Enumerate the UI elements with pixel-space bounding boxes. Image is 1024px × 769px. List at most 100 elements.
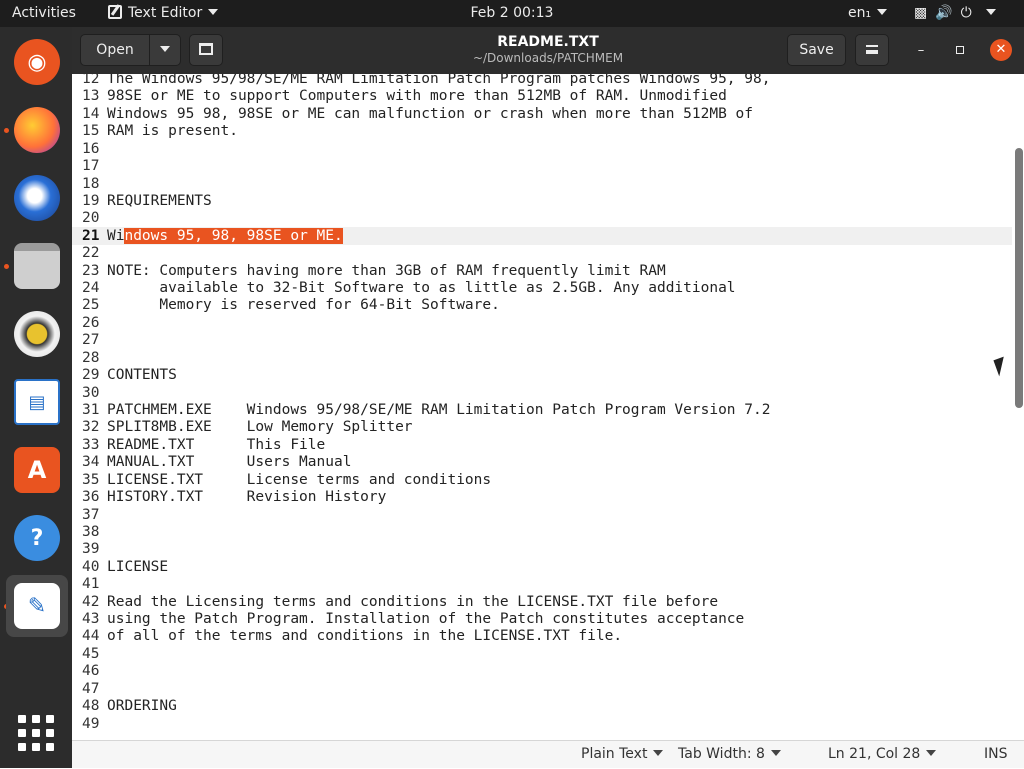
dock-item-rhythmbox[interactable]	[6, 303, 68, 365]
text-line[interactable]: 40 LICENSE	[72, 558, 1012, 576]
maximize-button[interactable]	[949, 40, 971, 62]
text-line[interactable]: 41	[72, 575, 1012, 593]
hamburger-menu-button[interactable]	[855, 34, 889, 66]
text-line[interactable]: 48 ORDERING	[72, 697, 1012, 715]
line-number: 48	[82, 698, 100, 715]
line-text-content: REQUIREMENTS	[107, 192, 212, 209]
text-line[interactable]: 43 using the Patch Program. Installation …	[72, 610, 1012, 628]
text-line[interactable]: 12 The Windows 95/98/SE/ME RAM Limitation…	[72, 74, 1012, 88]
text-line[interactable]: 17	[72, 157, 1012, 175]
text-line[interactable]: 20	[72, 209, 1012, 227]
close-button[interactable]: ✕	[990, 39, 1012, 61]
line-text-content: MANUAL.TXT Users Manual	[107, 454, 352, 471]
system-menu[interactable]: ▩ 🔊 ⏻	[914, 0, 1004, 27]
line-text-content: ORDERING	[107, 698, 177, 715]
input-method-menu[interactable]: en₁	[848, 0, 888, 27]
text-line[interactable]: 35 LICENSE.TXT License terms and conditio…	[72, 471, 1012, 489]
text-line[interactable]: 22	[72, 244, 1012, 262]
rhythmbox-icon	[14, 311, 60, 357]
text-line[interactable]: 26	[72, 314, 1012, 332]
line-number: 15	[82, 123, 100, 140]
line-text-content: RAM is present.	[107, 123, 238, 140]
text-view[interactable]: 12 The Windows 95/98/SE/ME RAM Limitation…	[72, 74, 1024, 740]
line-text: The Windows 95/98/SE/ME RAM Limitation P…	[107, 74, 770, 88]
dock-item-files[interactable]	[6, 235, 68, 297]
line-text-content: NOTE: Computers having more than 3GB of …	[107, 262, 666, 279]
line-number: 27	[82, 332, 100, 349]
text-line[interactable]: 45	[72, 645, 1012, 663]
line-number: 44	[82, 628, 100, 645]
line-text-content: available to 32-Bit Software to as littl…	[107, 280, 736, 297]
line-text: README.TXT This File	[107, 436, 325, 454]
text-line[interactable]: 21 Windows 95, 98, 98SE or ME.	[72, 226, 1012, 245]
text-line[interactable]: 36 HISTORY.TXT Revision History	[72, 488, 1012, 506]
line-text: 98SE or ME to support Computers with mor…	[107, 87, 727, 105]
chevron-down-icon	[653, 750, 664, 756]
line-number: 47	[82, 680, 100, 697]
text-line[interactable]: 47	[72, 680, 1012, 698]
dock-item-firefox[interactable]	[6, 99, 68, 161]
text-line[interactable]: 15 RAM is present.	[72, 122, 1012, 140]
text-line[interactable]: 39	[72, 540, 1012, 558]
text-line[interactable]: 30	[72, 384, 1012, 402]
text-line[interactable]: 33 README.TXT This File	[72, 436, 1012, 454]
text-line[interactable]: 16	[72, 140, 1012, 158]
text-line[interactable]: 28	[72, 349, 1012, 367]
thunderbird-icon	[14, 175, 60, 221]
tab-width-label: Tab Width: 8	[678, 746, 765, 762]
line-number: 39	[82, 541, 100, 558]
language-selector[interactable]: Plain Text	[581, 741, 664, 769]
text-line[interactable]: 14 Windows 95 98, 98SE or ME can malfunct…	[72, 105, 1012, 123]
tab-width-selector[interactable]: Tab Width: 8	[678, 741, 781, 769]
dock-item-ubuntu[interactable]: ◉	[6, 31, 68, 93]
line-number: 25	[82, 297, 100, 314]
firefox-icon	[14, 107, 60, 153]
line-text-content: HISTORY.TXT Revision History	[107, 489, 387, 506]
text-line[interactable]: 38	[72, 523, 1012, 541]
text-line[interactable]: 13 98SE or ME to support Computers with m…	[72, 87, 1012, 105]
line-number: 29	[82, 367, 100, 384]
text-line[interactable]: 27	[72, 331, 1012, 349]
line-text: Read the Licensing terms and conditions …	[107, 593, 718, 611]
line-number: 41	[82, 576, 100, 593]
line-number: 32	[82, 419, 100, 436]
writer-icon: ▤	[14, 379, 60, 425]
dock-item-thunderbird[interactable]	[6, 167, 68, 229]
chevron-down-icon	[770, 750, 781, 756]
line-text: of all of the terms and conditions in th…	[107, 627, 622, 645]
show-applications-button[interactable]	[18, 715, 54, 751]
line-number: 28	[82, 349, 100, 366]
vertical-scrollbar[interactable]	[1015, 148, 1023, 408]
text-line[interactable]: 32 SPLIT8MB.EXE Low Memory Splitter	[72, 418, 1012, 436]
text-line[interactable]: 44 of all of the terms and conditions in …	[72, 627, 1012, 645]
line-text-content: Windows 95 98, 98SE or ME can malfunctio…	[107, 105, 754, 122]
text-line[interactable]: 29 CONTENTS	[72, 366, 1012, 384]
text-line[interactable]: 49	[72, 715, 1012, 733]
dock-item-help[interactable]: ?	[6, 507, 68, 569]
line-text-content: Memory is reserved for 64-Bit Software.	[107, 297, 500, 314]
text-line[interactable]: 42 Read the Licensing terms and condition…	[72, 593, 1012, 611]
dock-item-writer[interactable]: ▤	[6, 371, 68, 433]
volume-icon: 🔊	[935, 5, 953, 21]
text-line[interactable]: 25 Memory is reserved for 64-Bit Softwar…	[72, 296, 1012, 314]
line-text: SPLIT8MB.EXE Low Memory Splitter	[107, 418, 413, 436]
text-line[interactable]: 18	[72, 175, 1012, 193]
minimize-button[interactable]: –	[910, 40, 932, 62]
line-text-content: of all of the terms and conditions in th…	[107, 628, 623, 645]
line-number: 23	[82, 262, 100, 279]
text-line[interactable]: 46	[72, 662, 1012, 680]
text-line[interactable]: 31 PATCHMEM.EXE Windows 95/98/SE/ME RAM L…	[72, 401, 1012, 419]
dock-item-software[interactable]: A	[6, 439, 68, 501]
save-button[interactable]: Save	[787, 34, 846, 66]
line-text: LICENSE.TXT License terms and conditions	[107, 471, 491, 489]
line-text: LICENSE	[107, 558, 168, 576]
line-number: 31	[82, 401, 100, 418]
cursor-position-label: Ln 21, Col 28	[828, 746, 921, 762]
cursor-position[interactable]: Ln 21, Col 28	[828, 741, 937, 769]
dock-item-text-editor[interactable]: ✎	[6, 575, 68, 637]
text-line[interactable]: 19 REQUIREMENTS	[72, 192, 1012, 210]
text-line[interactable]: 37	[72, 506, 1012, 524]
text-line[interactable]: 23 NOTE: Computers having more than 3GB o…	[72, 262, 1012, 280]
text-line[interactable]: 24 available to 32-Bit Software to as li…	[72, 279, 1012, 297]
text-line[interactable]: 34 MANUAL.TXT Users Manual	[72, 453, 1012, 471]
